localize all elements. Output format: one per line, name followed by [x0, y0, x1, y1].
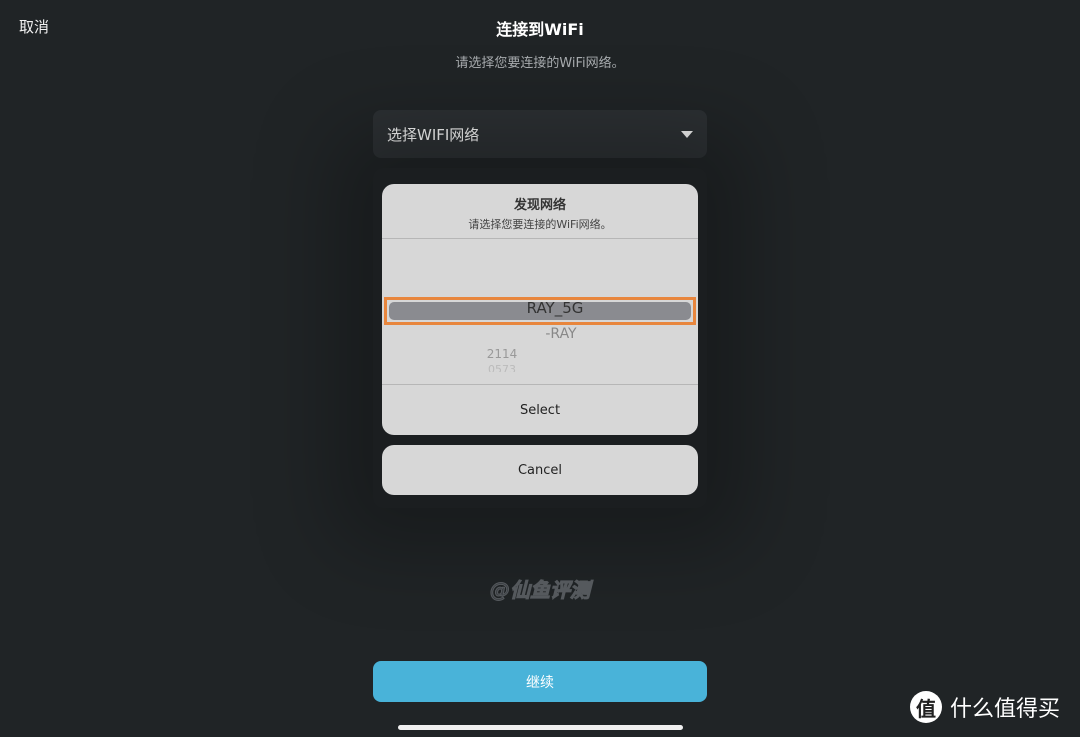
picker-option[interactable]: -RAY [382, 326, 698, 342]
corner-logo: 值 什么值得买 [910, 691, 1060, 723]
watermark: @仙鱼评测 [490, 578, 591, 603]
logo-text: 什么值得买 [950, 697, 1061, 722]
logo-badge-icon: 值 [910, 691, 942, 723]
picker-title: 发现网络 [513, 198, 566, 213]
picker-option[interactable]: 2114 [382, 347, 660, 361]
network-picker-sheet: 发现网络 请选择您要连接的WiFi网络。 RAY_5G -RAY 2114 05… [382, 184, 698, 435]
picker-option[interactable]: 0573 [382, 363, 660, 372]
continue-button[interactable]: 继续 [373, 661, 707, 702]
picker-option-selected[interactable]: RAY_5G [382, 299, 698, 317]
cancel-button[interactable]: Cancel [382, 445, 698, 495]
select-button[interactable]: Select [382, 385, 698, 435]
triangle-down-icon [681, 130, 693, 138]
network-picker-wheel[interactable]: RAY_5G -RAY 2114 0573 [382, 239, 698, 385]
wifi-select-label: 选择WIFI网络 [387, 125, 480, 144]
wifi-network-select[interactable]: 选择WIFI网络 [373, 110, 707, 158]
page-title: 连接到WiFi [496, 20, 584, 39]
home-indicator [398, 725, 683, 730]
picker-subtitle: 请选择您要连接的WiFi网络。 [468, 218, 612, 231]
page-subtitle: 请选择您要连接的WiFi网络。 [455, 56, 625, 71]
